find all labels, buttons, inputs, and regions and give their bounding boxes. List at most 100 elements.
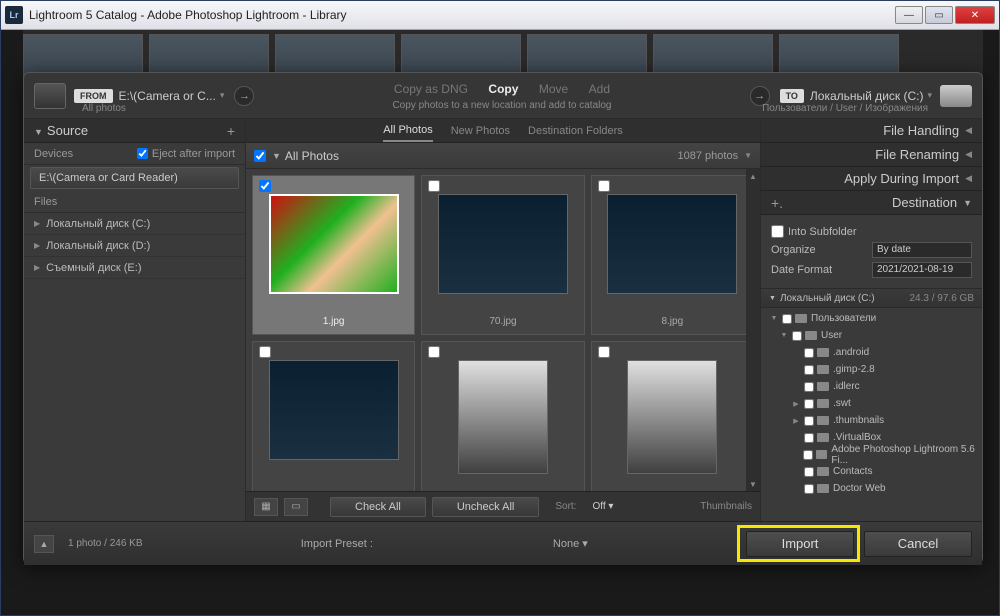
scroll-up-icon[interactable]: ▲: [746, 169, 760, 183]
check-all-button[interactable]: Check All: [330, 497, 426, 517]
thumbnail-cell[interactable]: 70.jpg: [421, 175, 584, 335]
device-item[interactable]: E:\(Camera or Card Reader): [30, 167, 239, 189]
tree-item[interactable]: Adobe Photoshop Lightroom 5.6 Fi...: [761, 446, 982, 463]
thumbnail-image: [438, 194, 568, 294]
tree-item[interactable]: Doctor Web: [761, 480, 982, 497]
thumbnail-checkbox[interactable]: [428, 346, 440, 358]
thumbnail-cell[interactable]: 1.jpg: [252, 175, 415, 335]
center-toolbar: ▦ ▭ Check All Uncheck All Sort: Off ▾ Th…: [246, 491, 760, 521]
thumbnail-checkbox[interactable]: [259, 180, 271, 192]
source-panel: ▼Source + Devices Eject after import E:\…: [24, 119, 246, 521]
volume-item-c[interactable]: ▶Локальный диск (C:): [24, 213, 245, 235]
add-source-button[interactable]: +: [227, 123, 235, 139]
mode-add[interactable]: Add: [589, 82, 610, 96]
from-path-dropdown[interactable]: E:\(Camera or C...: [119, 89, 216, 103]
folder-icon: [817, 467, 829, 476]
into-subfolder-label: Into Subfolder: [788, 226, 857, 238]
mode-copy-as-dng[interactable]: Copy as DNG: [394, 82, 468, 96]
tree-checkbox[interactable]: [792, 331, 802, 341]
source-header[interactable]: ▼Source +: [24, 119, 245, 143]
from-path-caret-icon[interactable]: ▾: [220, 90, 225, 101]
tree-checkbox[interactable]: [804, 399, 814, 409]
chevron-left-icon: ◀: [965, 125, 972, 136]
loupe-view-button[interactable]: ▭: [284, 498, 308, 516]
maximize-button[interactable]: ▭: [925, 6, 953, 24]
tree-item[interactable]: .gimp-2.8: [761, 361, 982, 378]
tab-destination-folders[interactable]: Destination Folders: [528, 121, 623, 141]
app-window: Lr Lightroom 5 Catalog - Adobe Photoshop…: [0, 0, 1000, 616]
scrollbar[interactable]: ▲ ▼: [746, 169, 760, 491]
scroll-down-icon[interactable]: ▼: [746, 477, 760, 491]
file-handling-header[interactable]: File Handling ◀: [761, 119, 982, 143]
file-renaming-header[interactable]: File Renaming◀: [761, 143, 982, 167]
thumbnail-checkbox[interactable]: [598, 346, 610, 358]
organize-dropdown[interactable]: By date: [872, 242, 972, 258]
window-title: Lightroom 5 Catalog - Adobe Photoshop Li…: [29, 8, 895, 22]
tree-item[interactable]: ▼User: [761, 327, 982, 344]
tree-checkbox[interactable]: [804, 433, 814, 443]
status-text: 1 photo / 246 KB: [68, 538, 143, 549]
tree-checkbox[interactable]: [804, 382, 814, 392]
apply-during-import-header[interactable]: Apply During Import◀: [761, 167, 982, 191]
arrow-right-icon[interactable]: →: [234, 86, 254, 106]
chevron-right-icon: ▶: [34, 241, 40, 250]
sort-dropdown[interactable]: Off ▾: [592, 501, 613, 512]
file-renaming-label: File Renaming: [875, 147, 959, 162]
to-path-dropdown[interactable]: Локальный диск (C:): [810, 89, 924, 103]
tree-expand-icon: ▼: [769, 315, 779, 322]
tree-item[interactable]: .android: [761, 344, 982, 361]
close-button[interactable]: ✕: [955, 6, 995, 24]
tab-all-photos[interactable]: All Photos: [383, 120, 433, 142]
tree-label: .thumbnails: [833, 415, 884, 426]
tree-item[interactable]: ▶.swt: [761, 395, 982, 412]
thumbnail-size-label: Thumbnails: [700, 501, 752, 512]
tab-new-photos[interactable]: New Photos: [451, 121, 510, 141]
grid-view-button[interactable]: ▦: [254, 498, 278, 516]
tree-checkbox[interactable]: [804, 348, 814, 358]
tree-label: .idlerc: [833, 381, 860, 392]
tree-item[interactable]: ▼Пользователи: [761, 310, 982, 327]
thumbnail-cell[interactable]: [421, 341, 584, 491]
thumbnail-checkbox[interactable]: [428, 180, 440, 192]
import-preset-dropdown[interactable]: None ▾: [553, 537, 588, 550]
tree-checkbox[interactable]: [782, 314, 792, 324]
thumbnail-checkbox[interactable]: [598, 180, 610, 192]
eject-checkbox[interactable]: Eject after import: [137, 148, 235, 160]
tree-checkbox[interactable]: [804, 365, 814, 375]
mode-copy[interactable]: Copy: [488, 82, 518, 96]
destination-body: Into Subfolder OrganizeBy date Date Form…: [761, 215, 982, 288]
organize-label: Organize: [771, 244, 816, 256]
thumbnail-checkbox[interactable]: [259, 346, 271, 358]
tree-label: .android: [833, 347, 869, 358]
cancel-button[interactable]: Cancel: [864, 531, 972, 557]
tree-item[interactable]: ▶.thumbnails: [761, 412, 982, 429]
tree-checkbox[interactable]: [803, 450, 813, 460]
thumbnail-cell[interactable]: [252, 341, 415, 491]
date-format-dropdown[interactable]: 2021/2021-08-19: [872, 262, 972, 278]
thumbnail-cell[interactable]: [591, 341, 754, 491]
add-destination-button[interactable]: +.: [771, 195, 783, 211]
into-subfolder-checkbox[interactable]: Into Subfolder: [771, 225, 857, 238]
titlebar[interactable]: Lr Lightroom 5 Catalog - Adobe Photoshop…: [1, 1, 999, 30]
tree-checkbox[interactable]: [804, 467, 814, 477]
tree-checkbox[interactable]: [804, 484, 814, 494]
file-handling-label: File Handling: [883, 123, 959, 138]
volume-item-d[interactable]: ▶Локальный диск (D:): [24, 235, 245, 257]
devices-label: Devices: [34, 148, 73, 160]
uncheck-all-button[interactable]: Uncheck All: [432, 497, 539, 517]
select-all-checkbox[interactable]: [254, 150, 266, 162]
destination-volume-bar[interactable]: ▼ Локальный диск (C:) 24.3 / 97.6 GB: [761, 288, 982, 308]
tree-item[interactable]: .idlerc: [761, 378, 982, 395]
tree-item[interactable]: Contacts: [761, 463, 982, 480]
tree-checkbox[interactable]: [804, 416, 814, 426]
thumbnail-cell[interactable]: 8.jpg: [591, 175, 754, 335]
minimize-panel-button[interactable]: ▲: [34, 535, 54, 553]
thumbnail-image: [627, 360, 717, 474]
volume-item-e[interactable]: ▶Съемный диск (E:): [24, 257, 245, 279]
to-path-caret-icon[interactable]: ▾: [927, 90, 932, 101]
mode-move[interactable]: Move: [539, 82, 568, 96]
minimize-button[interactable]: —: [895, 6, 923, 24]
count-caret-icon[interactable]: ▼: [744, 151, 752, 160]
destination-header[interactable]: +.Destination▼: [761, 191, 982, 215]
import-button[interactable]: Import: [746, 531, 854, 557]
